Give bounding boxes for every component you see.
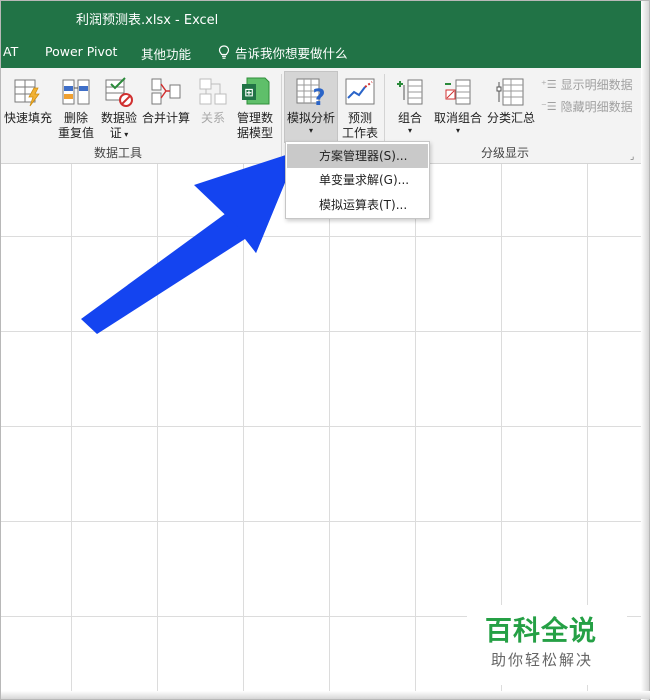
watermark-subtitle: 助你轻松解决: [491, 651, 594, 669]
watermark: 百科全说 助你轻松解决: [467, 605, 627, 685]
data-table-item[interactable]: 模拟运算表(T)...: [287, 193, 428, 217]
goal-seek-item[interactable]: 单变量求解(G)...: [287, 168, 428, 192]
watermark-title: 百科全说: [485, 616, 597, 647]
scenario-manager-item[interactable]: 方案管理器(S)...: [287, 144, 428, 168]
annotation-arrow: [81, 151, 298, 334]
excel-window: 利润预测表.xlsx - Excel AT Power Pivot 其他功能 告…: [0, 0, 650, 700]
what-if-dropdown-menu: 方案管理器(S)... 单变量求解(G)... 模拟运算表(T)...: [285, 141, 430, 219]
window-shadow: [1, 691, 650, 699]
window-shadow: [641, 1, 649, 700]
